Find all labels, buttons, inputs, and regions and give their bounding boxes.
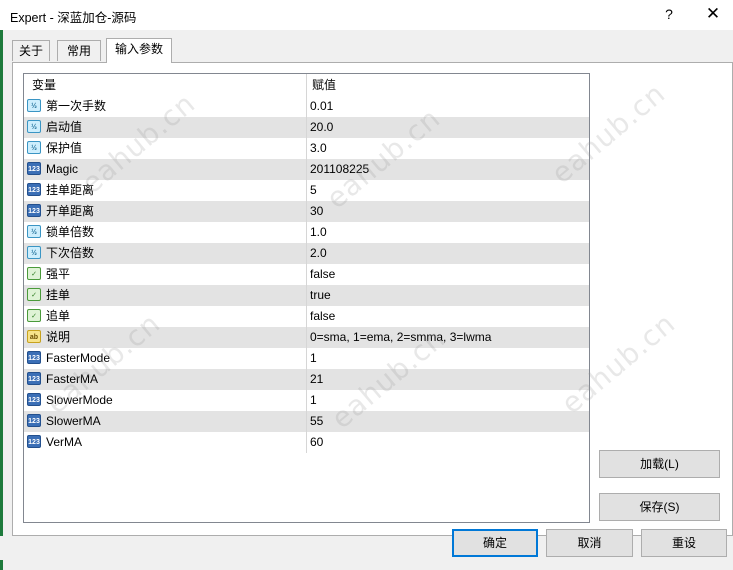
string-type-icon: ab	[27, 330, 41, 343]
load-button[interactable]: 加载(L)	[599, 450, 720, 478]
parameter-value[interactable]: 2.0	[310, 243, 327, 264]
parameter-value[interactable]: false	[310, 306, 335, 327]
window-accent-strip	[0, 30, 3, 570]
parameter-value[interactable]: 0.01	[310, 96, 333, 117]
save-button[interactable]: 保存(S)	[599, 493, 720, 521]
integer-type-icon: 123	[27, 351, 41, 364]
column-separator[interactable]	[306, 74, 307, 453]
parameter-name: SlowerMA	[46, 414, 101, 428]
parameter-name: 挂单	[46, 288, 71, 302]
double-type-icon: ½	[27, 141, 41, 154]
title-bar: Expert - 深蓝加仓-源码 ? ✕	[0, 0, 733, 30]
parameter-value[interactable]: 30	[310, 201, 323, 222]
tab-common[interactable]: 常用	[57, 40, 101, 61]
parameter-name: Magic	[46, 162, 79, 176]
parameter-name: 下次倍数	[46, 246, 95, 260]
parameter-value[interactable]: 0=sma, 1=ema, 2=smma, 3=lwma	[310, 327, 491, 348]
parameter-name: 保护值	[46, 141, 83, 155]
parameter-value[interactable]: 60	[310, 432, 323, 453]
boolean-type-icon: ✓	[27, 288, 41, 301]
parameter-value[interactable]: 55	[310, 411, 323, 432]
parameter-name: 追单	[46, 309, 71, 323]
parameter-value[interactable]: true	[310, 285, 331, 306]
parameter-name: 挂单距离	[46, 183, 95, 197]
parameter-name: VerMA	[46, 435, 83, 449]
boolean-type-icon: ✓	[27, 267, 41, 280]
parameters-grid[interactable]: 变量 赋值 ½ 第一次手数 0.01 ½ 启动值 20.0 ½ 保护值 3.0 123 Magic 2…	[23, 73, 590, 523]
parameter-name: 第一次手数	[46, 99, 107, 113]
close-icon[interactable]: ✕	[700, 3, 726, 25]
integer-type-icon: 123	[27, 183, 41, 196]
parameter-value[interactable]: 5	[310, 180, 317, 201]
parameter-value[interactable]: 1	[310, 348, 317, 369]
integer-type-icon: 123	[27, 435, 41, 448]
integer-type-icon: 123	[27, 204, 41, 217]
tab-inputs[interactable]: 输入参数	[106, 38, 172, 63]
parameter-name: 启动值	[46, 120, 83, 134]
tab-about[interactable]: 关于	[12, 40, 50, 61]
parameter-name: SlowerMode	[46, 393, 113, 407]
double-type-icon: ½	[27, 225, 41, 238]
parameter-name: 说明	[46, 330, 71, 344]
parameter-value[interactable]: 1	[310, 390, 317, 411]
column-header-variable[interactable]: 变量	[32, 74, 56, 96]
ok-button[interactable]: 确定	[452, 529, 538, 557]
integer-type-icon: 123	[27, 393, 41, 406]
window-title: Expert - 深蓝加仓-源码	[10, 11, 137, 25]
integer-type-icon: 123	[27, 162, 41, 175]
integer-type-icon: 123	[27, 414, 41, 427]
parameter-value[interactable]: 21	[310, 369, 323, 390]
parameter-name: FasterMA	[46, 372, 99, 386]
boolean-type-icon: ✓	[27, 309, 41, 322]
parameter-name: 强平	[46, 267, 71, 281]
column-header-value[interactable]: 赋值	[312, 74, 336, 96]
double-type-icon: ½	[27, 99, 41, 112]
parameter-value[interactable]: 201108225	[310, 159, 369, 180]
double-type-icon: ½	[27, 246, 41, 259]
parameter-name: FasterMode	[46, 351, 111, 365]
help-icon[interactable]: ?	[658, 4, 680, 24]
integer-type-icon: 123	[27, 372, 41, 385]
parameter-value[interactable]: 1.0	[310, 222, 327, 243]
double-type-icon: ½	[27, 120, 41, 133]
parameter-name: 开单距离	[46, 204, 95, 218]
parameter-value[interactable]: 20.0	[310, 117, 333, 138]
parameter-value[interactable]: 3.0	[310, 138, 327, 159]
parameter-value[interactable]: false	[310, 264, 335, 285]
parameter-name: 锁单倍数	[46, 225, 95, 239]
cancel-button[interactable]: 取消	[546, 529, 633, 557]
reset-button[interactable]: 重设	[641, 529, 727, 557]
